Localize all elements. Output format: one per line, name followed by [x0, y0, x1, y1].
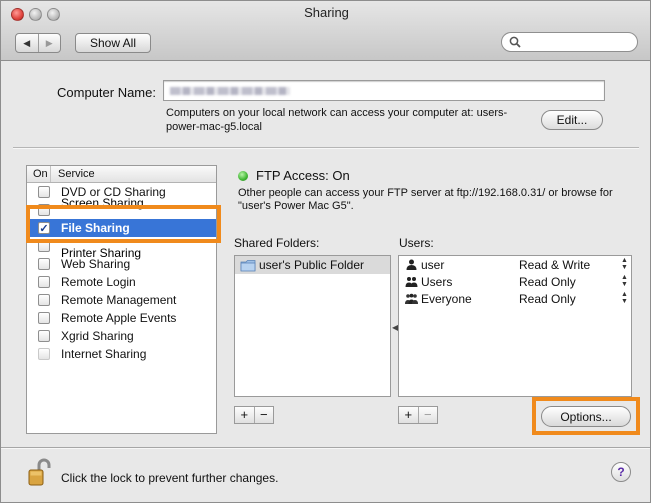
service-row-remote-management[interactable]: Remote Management — [27, 291, 216, 309]
footer-divider — [1, 447, 650, 449]
options-highlight — [532, 397, 640, 435]
toolbar: Sharing ◀ ▶ Show All — [1, 1, 650, 61]
computer-name-label: Computer Name: — [57, 85, 156, 100]
edit-button[interactable]: Edit... — [541, 110, 603, 130]
help-button[interactable]: ? — [611, 462, 631, 482]
section-divider — [13, 147, 639, 149]
users-list: user Read & Write ▲ ▼ Users Read Only ▲ ▼ — [398, 255, 632, 397]
user-name: user — [421, 258, 445, 272]
permission-stepper-icon[interactable]: ▲ ▼ — [621, 274, 628, 288]
single-user-icon — [406, 259, 417, 270]
user-name: Users — [421, 275, 453, 289]
shared-folders-list: user's Public Folder — [234, 255, 391, 397]
users-label: Users: — [399, 236, 434, 250]
question-mark-icon: ? — [617, 465, 625, 479]
user-row[interactable]: Everyone Read Only ▲ ▼ — [399, 290, 631, 307]
user-permission[interactable]: Read Only — [519, 292, 576, 306]
back-button[interactable]: ◀ — [16, 34, 38, 52]
search-icon — [509, 36, 521, 48]
folder-icon — [240, 259, 256, 271]
show-all-button[interactable]: Show All — [75, 33, 151, 53]
lock-icon[interactable] — [25, 457, 55, 487]
add-folder-button[interactable]: + — [235, 407, 254, 423]
computer-name-field[interactable] — [163, 80, 605, 101]
service-list-header: On Service — [27, 166, 216, 183]
user-row[interactable]: Users Read Only ▲ ▼ — [399, 273, 631, 290]
user-row[interactable]: user Read & Write ▲ ▼ — [399, 256, 631, 273]
service-checkbox[interactable] — [38, 330, 50, 342]
left-triangle-icon: ◀ — [23, 37, 31, 48]
service-row-xgrid-sharing[interactable]: Xgrid Sharing — [27, 327, 216, 345]
service-label: Remote Management — [61, 293, 177, 307]
nav-buttons: ◀ ▶ — [15, 33, 61, 53]
service-row-remote-login[interactable]: Remote Login — [27, 273, 216, 291]
shared-folders-add-remove: + − — [234, 406, 274, 424]
local-address-description: Computers on your local network can acce… — [166, 107, 508, 133]
redacted-computer-name — [170, 87, 290, 95]
service-checkbox[interactable] — [38, 348, 50, 360]
service-checkbox[interactable] — [38, 258, 50, 270]
service-checkbox[interactable] — [38, 294, 50, 306]
remove-user-button[interactable]: − — [417, 407, 438, 423]
shared-folder-item[interactable]: user's Public Folder — [235, 256, 390, 274]
service-label: Xgrid Sharing — [61, 329, 134, 343]
sharing-window: Sharing ◀ ▶ Show All Computer Name: Comp… — [0, 0, 651, 503]
shared-folders-label: Shared Folders: — [234, 236, 320, 250]
permission-stepper-icon[interactable]: ▲ ▼ — [621, 291, 628, 305]
ftp-description: Other people can access your FTP server … — [238, 187, 613, 212]
window-title: Sharing — [304, 5, 349, 20]
service-label: Internet Sharing — [61, 347, 147, 361]
service-checkbox[interactable] — [38, 312, 50, 324]
remove-folder-button[interactable]: − — [253, 407, 274, 423]
everyone-group-icon — [405, 293, 418, 304]
search-field[interactable] — [501, 32, 638, 52]
ftp-status-text: FTP Access: On — [256, 168, 350, 183]
service-label: Printer Sharing — [61, 246, 142, 260]
user-permission[interactable]: Read Only — [519, 275, 576, 289]
service-label: Remote Apple Events — [61, 311, 177, 325]
forward-button[interactable]: ▶ — [37, 34, 61, 52]
users-add-remove: + − — [398, 406, 438, 424]
service-checkbox[interactable] — [38, 186, 50, 198]
column-header-service[interactable]: Service — [51, 166, 95, 182]
status-indicator-icon — [238, 170, 248, 181]
add-user-button[interactable]: + — [399, 407, 418, 423]
service-checkbox[interactable] — [38, 276, 50, 288]
service-row-internet-sharing[interactable]: Internet Sharing — [27, 345, 216, 363]
lock-message: Click the lock to prevent further change… — [61, 471, 279, 485]
shared-folder-name: user's Public Folder — [259, 258, 364, 272]
right-triangle-icon: ▶ — [45, 37, 53, 48]
user-name: Everyone — [421, 292, 472, 306]
user-permission[interactable]: Read & Write — [519, 258, 590, 272]
service-label: Remote Login — [61, 275, 136, 289]
column-header-on[interactable]: On — [27, 166, 51, 182]
file-sharing-highlight — [26, 205, 221, 243]
service-row-remote-apple-events[interactable]: Remote Apple Events — [27, 309, 216, 327]
ftp-status: FTP Access: On — [238, 168, 350, 183]
group-icon — [405, 277, 418, 287]
permission-stepper-icon[interactable]: ▲ ▼ — [621, 257, 628, 271]
